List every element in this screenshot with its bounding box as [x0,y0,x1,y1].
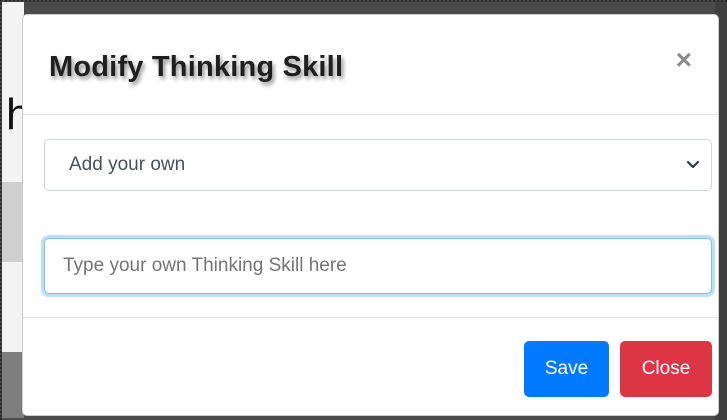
skill-select-value: Add your own [69,154,186,175]
skill-text-input[interactable] [44,238,712,294]
modal-header: Modify Thinking Skill × [23,15,718,115]
selection-border [0,0,2,420]
modal-footer: Save Close [23,317,718,415]
backdrop-block [2,352,24,418]
modify-skill-modal: Modify Thinking Skill × Add your own Sav… [22,14,719,416]
modal-title: Modify Thinking Skill [49,51,344,83]
backdrop-page: h [2,2,30,418]
selection-border [0,0,727,2]
save-button[interactable]: Save [524,341,609,397]
chevron-down-icon [686,160,700,169]
modal-body: Add your own [23,115,718,317]
close-icon[interactable]: × [670,45,698,75]
backdrop-block [2,182,24,262]
skill-select[interactable]: Add your own [44,139,712,191]
close-button[interactable]: Close [620,341,712,397]
